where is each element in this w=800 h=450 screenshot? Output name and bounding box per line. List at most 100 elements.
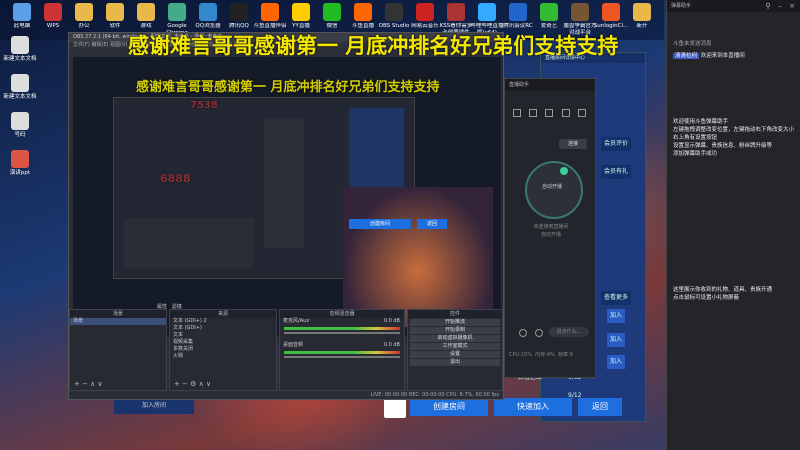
room-label-gift: 会员有礼 <box>601 165 632 179</box>
connect-button[interactable]: 连接 <box>559 139 587 149</box>
minimize-icon[interactable]: – <box>776 2 784 10</box>
shop-icon[interactable] <box>384 398 406 418</box>
source-add-controls[interactable]: + − ⚙ ∧ ∨ <box>174 380 211 388</box>
scene-item[interactable]: 场景 <box>70 318 166 325</box>
desktop-icon[interactable]: 号码 <box>2 112 38 139</box>
bell-icon[interactable] <box>561 109 570 117</box>
douyu-icon <box>354 3 372 21</box>
room-join-text-3: 加入 <box>610 358 623 365</box>
sources-list: 文本 (GDI+) 2 文本 (GDI+) 文本 视频采集 多数关闭 火锅 <box>170 318 276 360</box>
auto-start-circle[interactable] <box>525 161 583 219</box>
room-label-more[interactable]: 查看更多 <box>601 291 632 305</box>
close-icon[interactable]: × <box>788 2 796 10</box>
control-button[interactable]: 退出 <box>410 359 500 366</box>
control-button[interactable]: 设置 <box>410 351 500 358</box>
settings-icon[interactable] <box>535 329 543 337</box>
danmaku-title: 弹幕助手 <box>671 3 692 9</box>
desktop-icon-label: 号码 <box>14 132 26 138</box>
room-join-text-2: 加入 <box>610 336 623 343</box>
control-button[interactable]: 开始推流 <box>410 319 500 326</box>
sources-dock: 来源 文本 (GDI+) 2 文本 (GDI+) 文本 视频采集 多数关闭 火锅 + − … <box>169 309 277 391</box>
room-join-row-2[interactable]: 加入 <box>607 333 626 347</box>
danmaku-window: 弹幕助手 ⚲ – × 斗鱼未发送消息 清清拉闷 欢迎来到本直播间 欢迎使用斗鱼弹… <box>666 0 800 450</box>
pin-icon[interactable]: ⚲ <box>764 2 772 10</box>
quick-join-button[interactable]: 快速加入 <box>494 398 572 416</box>
desktop-icon-label: 新建文本文档 <box>3 56 37 62</box>
controls-header: 控件 <box>408 310 502 318</box>
room-join-row-3[interactable]: 加入 <box>607 355 626 369</box>
mixer-track: 麦克风/Aux 0.0 dB <box>280 318 404 342</box>
help-line: 添加弹幕助手成功 <box>673 151 718 157</box>
iqiyi-icon <box>540 3 558 21</box>
stat-mem: 内存:4% <box>535 352 555 358</box>
bili-icon <box>478 3 496 21</box>
wps-icon <box>44 3 62 21</box>
obs-icon <box>385 3 403 21</box>
status-dot-icon <box>560 167 568 175</box>
chat-help-lines: 欢迎使用斗鱼弹幕助手 左键拖拽调整改变位置，左键拖动右下角改变大小 右上角有设置按钮… <box>673 118 799 158</box>
gear-icon[interactable] <box>577 109 586 117</box>
room-label-more-text: 查看更多 <box>604 294 629 301</box>
room-join-row-1[interactable]: 加入 <box>607 309 626 323</box>
source-item[interactable]: 多数关闭 <box>170 346 276 353</box>
chat-notice: 斗鱼未发送消息 <box>673 41 712 47</box>
volume-meter <box>284 327 400 330</box>
volume-meter <box>284 351 400 354</box>
nested-panel-3 <box>124 218 254 268</box>
stat-cpu: CPU:15% <box>509 352 532 358</box>
source-item[interactable]: 视频采集 <box>170 339 276 346</box>
wechat-icon <box>323 3 341 21</box>
back-button[interactable]: 返回 <box>578 398 622 416</box>
folder-icon <box>75 3 93 21</box>
source-item[interactable]: 火锅 <box>170 353 276 360</box>
doc-icon <box>11 112 29 130</box>
mixer-tracks: 麦克风/Aux 0.0 dB 桌面音频 0.0 dB <box>280 318 404 366</box>
mic-icon[interactable] <box>513 109 521 117</box>
kss-icon <box>447 3 465 21</box>
chrome-icon <box>168 3 186 21</box>
assistant-title: 直播助手 <box>505 79 595 91</box>
create-room-button[interactable]: 创建房间 <box>410 398 488 416</box>
join-room-strip[interactable]: 加入房间 <box>114 398 194 414</box>
source-item[interactable]: 文本 (GDI+) 2 <box>170 318 276 325</box>
live-assistant-window: 直播助手 连接 自动开播 未连接到直播间 自动开播 说点什么... CPU:15… <box>504 78 596 378</box>
scroll-overlay-main: 感谢难言哥哥感谢第一 月底冲排名好兄弟们支持支持 <box>128 34 619 58</box>
source-item[interactable]: 文本 <box>170 332 276 339</box>
auto-start-label: 自动开播 <box>541 184 562 190</box>
assistant-toolbar <box>513 109 589 117</box>
desktop-icon[interactable]: 新建文本文档 <box>2 74 38 101</box>
room-join-text-1: 加入 <box>610 312 623 319</box>
desktop-icon[interactable]: 演讲ppt <box>2 150 38 177</box>
control-button[interactable]: 开始录制 <box>410 327 500 334</box>
music-icon <box>416 3 434 21</box>
source-item[interactable]: 文本 (GDI+) <box>170 325 276 332</box>
controls-dock: 控件 开始推流 开始录制 启动虚拟摄像机 工作室模式 设置 退出 <box>407 309 503 391</box>
properties-button[interactable]: 属性 <box>157 304 167 310</box>
nested-back-button: 返回 <box>417 219 447 229</box>
help-line: 设置显示弹幕、贵族信息、粉丝牌升级等 <box>673 143 773 149</box>
assistant-input[interactable]: 说点什么... <box>549 327 589 337</box>
tip-line: 这里展示你收到的礼物、道具、贵族开通 <box>673 287 773 293</box>
volume-slider[interactable] <box>284 332 400 334</box>
ppt-icon <box>11 150 29 168</box>
obs-preview[interactable]: 创建房间 返回 <box>73 57 501 337</box>
assistant-sub-2: 自动开播 <box>540 232 561 238</box>
meeting-icon <box>509 3 527 21</box>
desktop-icon[interactable]: 新开 <box>624 3 660 37</box>
controls-list: 开始推流 开始录制 启动虚拟摄像机 工作室模式 设置 退出 <box>408 319 502 366</box>
filters-button[interactable]: 滤镜 <box>172 304 182 310</box>
screen-icon[interactable] <box>545 109 554 117</box>
mixer-dock: 音频混音器 麦克风/Aux 0.0 dB 桌面音频 0.0 dB <box>279 309 405 391</box>
lock-icon[interactable] <box>529 109 538 117</box>
desktop-icon[interactable]: 新建文本文档 <box>2 36 38 63</box>
wallpaper-art-image <box>343 187 493 327</box>
computer-icon <box>13 3 31 21</box>
volume-slider[interactable] <box>284 356 400 358</box>
clock-icon[interactable] <box>519 329 527 337</box>
mixer-track-db: 0.0 dB <box>383 342 400 348</box>
control-button[interactable]: 工作室模式 <box>410 343 500 350</box>
scene-add-controls[interactable]: + − ∧ ∨ <box>74 380 103 388</box>
warcraft-icon <box>571 3 589 21</box>
obs-status-bar: LIVE: 00:00:00 REC: 00:00:00 CPU: 8.7%, … <box>69 391 503 399</box>
control-button[interactable]: 启动虚拟摄像机 <box>410 335 500 342</box>
